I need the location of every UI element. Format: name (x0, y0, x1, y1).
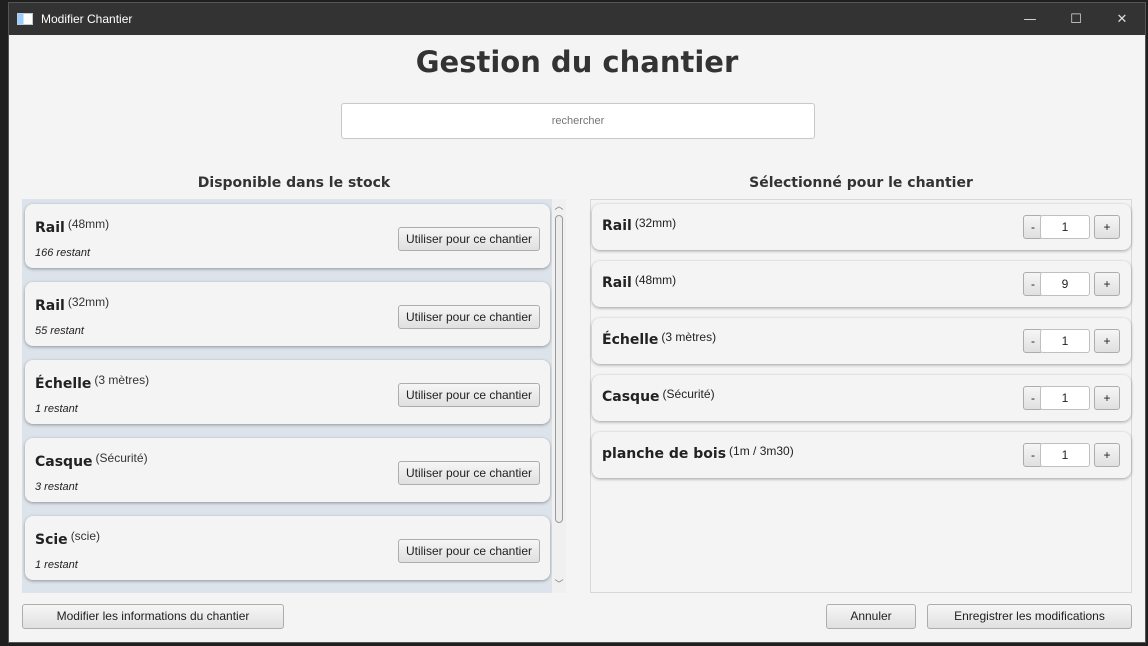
item-name: Échelle (602, 332, 659, 348)
selected-item: Rail(48mm) - + (592, 261, 1131, 307)
modify-site-window: Modifier Chantier — ☐ ✕ Gestion du chant… (8, 2, 1146, 643)
use-for-site-button[interactable]: Utiliser pour ce chantier (398, 461, 540, 485)
scroll-up-icon[interactable]: ︿ (552, 201, 566, 213)
quantity-field[interactable] (1040, 272, 1090, 296)
search-input[interactable] (341, 103, 815, 139)
scroll-down-icon[interactable]: ﹀ (552, 579, 566, 591)
item-name: Rail (35, 220, 65, 236)
app-icon (17, 13, 33, 25)
item-detail: (3 mètres) (661, 330, 717, 344)
item-name: Casque (35, 454, 93, 470)
stock-item: Casque (Sécurité) 3 restant Utiliser pour… (25, 438, 550, 502)
increment-button[interactable]: + (1094, 272, 1120, 296)
quantity-field[interactable] (1040, 329, 1090, 353)
quantity-field[interactable] (1040, 443, 1090, 467)
window-title: Modifier Chantier (41, 12, 133, 26)
scroll-thumb[interactable] (555, 215, 563, 523)
stock-item: Rail (48mm) 166 restant Utiliser pour ce … (25, 204, 550, 268)
item-name: Échelle (35, 376, 92, 392)
stock-item: Échelle (3 mètres) 1 restant Utiliser pou… (25, 360, 550, 424)
item-remaining: 1 restant (35, 559, 78, 571)
item-detail: (48mm) (634, 273, 677, 287)
item-detail: (Sécurité) (95, 451, 148, 465)
stock-heading: Disponible dans le stock (197, 175, 391, 191)
increment-button[interactable]: + (1094, 215, 1120, 239)
stock-item: Scie (scie) 1 restant Utiliser pour ce ch… (25, 516, 550, 580)
cancel-button[interactable]: Annuler (826, 604, 916, 629)
item-detail: (32mm) (634, 216, 677, 230)
maximize-button[interactable]: ☐ (1053, 3, 1099, 35)
title-bar: Modifier Chantier — ☐ ✕ (9, 3, 1145, 35)
use-for-site-button[interactable]: Utiliser pour ce chantier (398, 539, 540, 563)
item-remaining: 3 restant (35, 481, 78, 493)
item-remaining: 166 restant (35, 247, 91, 259)
item-name: Scie (35, 532, 68, 548)
item-detail: (scie) (70, 529, 101, 543)
item-name: Rail (35, 298, 65, 314)
page-title: Gestion du chantier (415, 45, 739, 79)
selected-list: Rail(32mm) - + Rail(48mm) - + Échelle(3 … (590, 199, 1132, 593)
item-name: Rail (602, 218, 632, 234)
item-detail: (48mm) (67, 217, 110, 231)
edit-site-info-button[interactable]: Modifier les informations du chantier (22, 604, 284, 629)
stock-list[interactable]: Rail (48mm) 166 restant Utiliser pour ce … (22, 199, 566, 593)
save-changes-button[interactable]: Enregistrer les modifications (927, 604, 1132, 629)
item-remaining: 1 restant (35, 403, 78, 415)
quantity-field[interactable] (1040, 386, 1090, 410)
use-for-site-button[interactable]: Utiliser pour ce chantier (398, 305, 540, 329)
use-for-site-button[interactable]: Utiliser pour ce chantier (398, 383, 540, 407)
selected-heading: Sélectionné pour le chantier (749, 175, 973, 191)
item-detail: (Sécurité) (662, 387, 715, 401)
selected-item: Échelle(3 mètres) - + (592, 318, 1131, 364)
selected-item: Casque(Sécurité) - + (592, 375, 1131, 421)
use-for-site-button[interactable]: Utiliser pour ce chantier (398, 227, 540, 251)
increment-button[interactable]: + (1094, 386, 1120, 410)
item-name: Casque (602, 389, 660, 405)
item-name: planche de bois (602, 446, 727, 462)
item-detail: (32mm) (67, 295, 110, 309)
close-button[interactable]: ✕ (1099, 3, 1145, 35)
minimize-button[interactable]: — (1007, 3, 1053, 35)
quantity-field[interactable] (1040, 215, 1090, 239)
increment-button[interactable]: + (1094, 443, 1120, 467)
selected-item: planche de bois(1m / 3m30) - + (592, 432, 1131, 478)
item-name: Rail (602, 275, 632, 291)
item-detail: (1m / 3m30) (729, 444, 794, 458)
item-remaining: 55 restant (35, 325, 84, 337)
item-detail: (3 mètres) (94, 373, 150, 387)
increment-button[interactable]: + (1094, 329, 1120, 353)
stock-scrollbar[interactable]: ︿ ﹀ (552, 199, 566, 593)
selected-item: Rail(32mm) - + (592, 204, 1131, 250)
stock-item: Rail (32mm) 55 restant Utiliser pour ce c… (25, 282, 550, 346)
